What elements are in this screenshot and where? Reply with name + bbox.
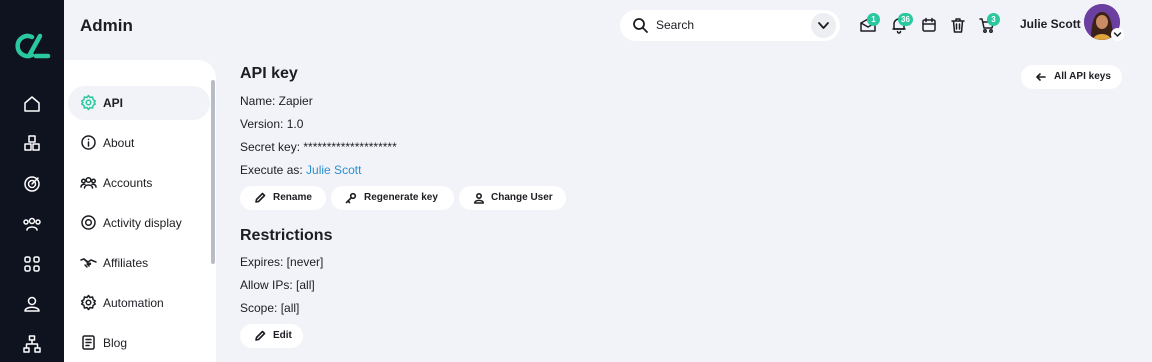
api-key-title: API key [240,65,298,82]
all-api-keys-label: All API keys [1054,71,1111,82]
edit-label: Edit [273,330,292,341]
change-user-label: Change User [491,192,553,203]
user-icon[interactable] [22,294,42,314]
sidebar-item-label: Automation [103,296,164,310]
cubes-icon[interactable] [22,134,42,154]
sidebar-item-label: Blog [103,336,128,350]
restriction-scope: Scope: [all] [240,301,300,315]
rename-label: Rename [273,192,312,203]
user-icon [473,192,485,204]
hierarchy-icon[interactable] [22,334,42,354]
user-name[interactable]: Julie Scott [1020,17,1081,31]
notifications-badge: 36 [898,13,913,26]
info-icon [80,134,97,151]
sidebar-item-accounts[interactable]: Accounts [68,166,210,200]
messages-badge: 1 [867,13,880,26]
regenerate-key-label: Regenerate key [364,192,438,203]
users-icon[interactable] [22,214,42,234]
brand-logo[interactable] [12,32,52,60]
sidebar-item-label: About [103,136,135,150]
pencil-icon [254,192,266,204]
execute-as-label: Execute as: [240,163,307,177]
pencil-icon [254,330,266,342]
chevron-down-icon [818,22,829,29]
edit-restrictions-button[interactable]: Edit [240,324,303,348]
regenerate-key-button[interactable]: Regenerate key [331,186,454,210]
handshake-icon [80,254,97,271]
api-execute-as: Execute as: Julie Scott [240,163,361,177]
sidebar-item-api[interactable]: API [68,86,210,120]
gear-icon [80,294,97,311]
app-rail [0,0,64,362]
restriction-expires: Expires: [never] [240,255,324,269]
grid-icon[interactable] [22,254,42,274]
settings-sidebar: API About Accounts Activity display Affi… [64,60,216,362]
search-dropdown-button[interactable] [811,13,836,38]
sidebar-item-label: Activity display [103,216,182,230]
sidebar-scrollbar[interactable] [211,80,215,264]
api-secret-key: Secret key: ******************** [240,140,397,154]
target-icon[interactable] [22,174,42,194]
cart-badge: 3 [987,13,1000,26]
sidebar-item-automation[interactable]: Automation [68,286,210,320]
users-icon [80,174,97,191]
sidebar-item-blog[interactable]: Blog [68,326,210,360]
all-api-keys-button[interactable]: All API keys [1021,65,1122,89]
gear-icon [80,94,97,111]
change-user-button[interactable]: Change User [459,186,566,210]
chevron-down-icon [1113,32,1122,37]
sidebar-item-label: Affiliates [103,256,149,270]
rename-button[interactable]: Rename [240,186,326,210]
sidebar-item-label: API [103,96,124,110]
trash-icon[interactable] [949,16,967,34]
search-icon [633,18,648,33]
calendar-icon[interactable] [920,16,938,34]
api-version: Version: 1.0 [240,117,304,131]
page-title: Admin [80,16,133,35]
restriction-allow-ips: Allow IPs: [all] [240,278,315,292]
execute-as-user-link[interactable]: Julie Scott [306,163,361,177]
sidebar-item-activity-display[interactable]: Activity display [68,206,210,240]
api-name: Name: Zapier [240,94,313,108]
home-icon[interactable] [22,94,42,114]
target-icon [80,214,97,231]
restrictions-title: Restrictions [240,227,333,244]
account-menu-button[interactable] [1111,28,1124,41]
search-bar[interactable]: Search [620,10,840,41]
arrow-left-icon [1035,71,1047,83]
sidebar-item-affiliates[interactable]: Affiliates [68,246,210,280]
document-icon [80,334,97,351]
sidebar-item-about[interactable]: About [68,126,210,160]
search-input[interactable]: Search [656,18,694,32]
sidebar-item-label: Accounts [103,176,153,190]
key-icon [345,192,357,204]
